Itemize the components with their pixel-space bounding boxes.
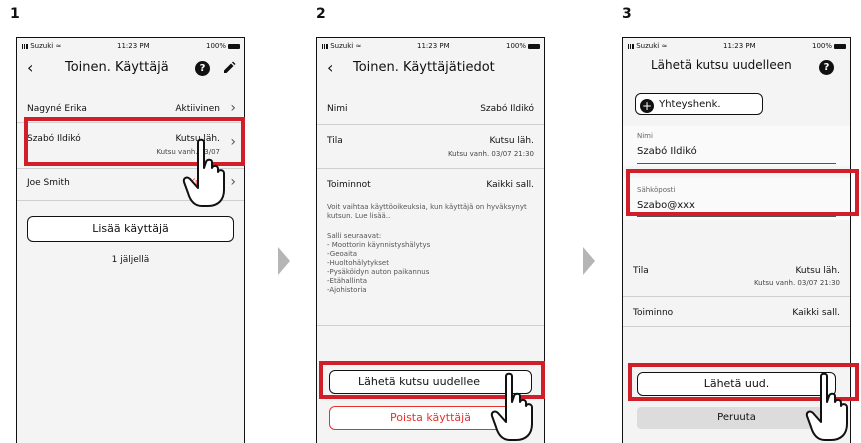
permission-description: Voit vaihtaa käyttöoikeuksia, kun käyttä… bbox=[327, 203, 527, 220]
clock: 11:23 PM bbox=[723, 42, 756, 50]
user-name: Joe Smith bbox=[27, 178, 70, 188]
battery-label: 100% bbox=[811, 42, 832, 50]
clock: 11:23 PM bbox=[117, 42, 150, 50]
pointing-hand-icon bbox=[805, 372, 848, 441]
functions-label: Toiminnot bbox=[327, 180, 371, 190]
back-chevron-icon[interactable]: ‹ bbox=[27, 58, 33, 77]
state-sub: Kutsu vanh. 03/07 21:30 bbox=[753, 279, 840, 287]
status-bar: Suzuki ≈ 11:23 PM 100% bbox=[623, 38, 850, 52]
user-status: Aktiivinen bbox=[175, 104, 220, 114]
wifi-icon: ≈ bbox=[355, 42, 362, 50]
name-value: Szabó Ildikó bbox=[480, 104, 534, 114]
back-chevron-icon[interactable]: ‹ bbox=[327, 58, 333, 77]
list-item: -Ajohistoria bbox=[327, 286, 367, 294]
contact-button-label: Yhteyshenk. bbox=[659, 99, 721, 110]
highlight-frame bbox=[626, 169, 859, 216]
detail-row-state: Tila Kutsu läh. Kutsu vanh. 03/07 21:30 bbox=[317, 136, 544, 166]
pointing-hand-icon bbox=[182, 138, 225, 207]
state-sub: Kutsu vanh. 03/07 21:30 bbox=[447, 150, 534, 158]
page-title: Toinen. Käyttäjä bbox=[65, 60, 169, 75]
step-number-3: 3 bbox=[622, 6, 632, 22]
page-title: Toinen. Käyttäjätiedot bbox=[353, 60, 495, 75]
pointing-hand-icon bbox=[490, 372, 533, 441]
functions-label: Toiminno bbox=[633, 308, 674, 318]
battery-label: 100% bbox=[205, 42, 226, 50]
add-user-button[interactable]: Lisää käyttäjä bbox=[27, 216, 234, 242]
remaining-count: 1 jäljellä bbox=[111, 255, 150, 265]
functions-value: Kaikki sall. bbox=[486, 180, 534, 190]
list-item: -Geoaita bbox=[327, 250, 358, 258]
step-number-2: 2 bbox=[316, 6, 326, 22]
nav-bar: ‹ Toinen. Käyttäjä ? bbox=[17, 52, 244, 86]
functions-value: Kaikki sall. bbox=[792, 308, 840, 318]
help-icon[interactable]: ? bbox=[819, 60, 834, 75]
state-value: Kutsu läh. bbox=[489, 136, 534, 146]
battery-icon bbox=[228, 43, 240, 49]
signal-icon bbox=[628, 43, 634, 49]
step-number-1: 1 bbox=[10, 6, 20, 22]
page-title: Lähetä kutsu uudelleen bbox=[651, 58, 792, 72]
list-item: -Huoltohälytykset bbox=[327, 259, 389, 267]
chevron-right-icon: › bbox=[230, 100, 236, 116]
state-value: Kutsu läh. bbox=[795, 266, 840, 276]
status-bar: Suzuki ≈ 11:23 PM 100% bbox=[317, 38, 544, 52]
carrier-label: Suzuki bbox=[330, 42, 354, 50]
battery-icon bbox=[528, 43, 540, 49]
allow-header: Salli seuraavat: bbox=[327, 232, 382, 240]
list-item: -Etähallinta bbox=[327, 277, 368, 285]
user-name: Nagyné Erika bbox=[27, 104, 87, 114]
detail-row-functions: Toiminnot Kaikki sall. bbox=[317, 180, 544, 200]
name-field[interactable]: Nimi Szabó Ildikó bbox=[623, 126, 850, 166]
chevron-right-icon: › bbox=[230, 174, 236, 190]
edit-pencil-icon[interactable] bbox=[222, 61, 236, 75]
plus-circle-icon: + bbox=[640, 98, 654, 113]
carrier-label: Suzuki bbox=[30, 42, 54, 50]
signal-icon bbox=[22, 43, 28, 49]
battery-label: 100% bbox=[505, 42, 526, 50]
state-label: Tila bbox=[633, 266, 649, 276]
wifi-icon: ≈ bbox=[55, 42, 62, 50]
step-arrow-icon bbox=[583, 247, 595, 275]
name-field-value: Szabó Ildikó bbox=[637, 146, 697, 157]
name-label: Nimi bbox=[327, 104, 348, 114]
name-field-label: Nimi bbox=[637, 132, 653, 140]
phone-screen-1: Suzuki ≈ 11:23 PM 100% ‹ Toinen. Käyttäj… bbox=[16, 37, 245, 443]
detail-row-functions: Toiminno Kaikki sall. bbox=[623, 308, 850, 328]
help-icon[interactable]: ? bbox=[195, 61, 210, 76]
carrier-label: Suzuki bbox=[636, 42, 660, 50]
detail-row-name: Nimi Szabó Ildikó bbox=[317, 104, 544, 124]
contact-button[interactable]: + Yhteyshenk. bbox=[635, 93, 763, 115]
nav-bar: Lähetä kutsu uudelleen ? bbox=[623, 52, 850, 86]
signal-icon bbox=[322, 43, 328, 49]
clock: 11:23 PM bbox=[417, 42, 450, 50]
list-item: -Pysäköidyn auton paikannus bbox=[327, 268, 430, 276]
nav-bar: ‹ Toinen. Käyttäjätiedot bbox=[317, 52, 544, 86]
status-bar: Suzuki ≈ 11:23 PM 100% bbox=[17, 38, 244, 52]
battery-icon bbox=[834, 43, 846, 49]
wifi-icon: ≈ bbox=[661, 42, 668, 50]
step-arrow-icon bbox=[278, 247, 290, 275]
allow-list: - Moottorin käynnistyshälytys -Geoaita -… bbox=[327, 241, 430, 295]
list-item: - Moottorin käynnistyshälytys bbox=[327, 241, 431, 249]
state-label: Tila bbox=[327, 136, 343, 146]
detail-row-state: Tila Kutsu läh. Kutsu vanh. 03/07 21:30 bbox=[623, 266, 850, 296]
